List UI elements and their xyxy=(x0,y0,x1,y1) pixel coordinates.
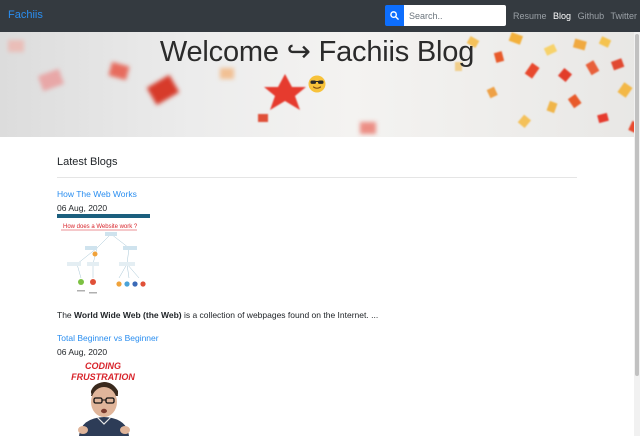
hero-title: Welcome ↪ Fachiis Blog xyxy=(159,36,475,68)
thumbnail-line1: CODING xyxy=(85,361,121,371)
hero-banner: Welcome ↪ Fachiis Blog xyxy=(0,32,640,137)
search-icon xyxy=(390,11,399,20)
thumbnail-heading: How does a Website work ? xyxy=(63,224,138,230)
excerpt-bold: World Wide Web (the Web) xyxy=(74,310,182,320)
nav-links: Resume Blog Github Twitter xyxy=(513,11,640,21)
post-date: 06 Aug, 2020 xyxy=(57,203,108,213)
thumbnail-line2: FRUSTRATION xyxy=(71,372,135,382)
post-date: 06 Aug, 2020 xyxy=(57,347,108,357)
scrollbar-thumb[interactable] xyxy=(635,34,639,376)
search-button[interactable] xyxy=(385,5,404,26)
divider xyxy=(57,177,577,178)
nav-link-twitter[interactable]: Twitter xyxy=(610,11,637,21)
excerpt-prefix: The xyxy=(57,310,75,320)
post-title-link[interactable]: How The Web Works xyxy=(57,189,137,199)
nav-link-resume[interactable]: Resume xyxy=(513,11,547,21)
post-thumbnail-image[interactable]: How does a Website work ? xyxy=(57,214,150,300)
web-diagram-image: How does a Website work ? xyxy=(57,214,150,294)
post-thumbnail-image[interactable]: CODING FRUSTRATION xyxy=(57,360,150,436)
post-excerpt: The World Wide Web (the Web) is a collec… xyxy=(57,310,378,320)
brand-link[interactable]: Fachiis xyxy=(8,9,43,21)
search-input[interactable] xyxy=(404,5,506,26)
nav-link-github[interactable]: Github xyxy=(578,11,605,21)
section-title: Latest Blogs xyxy=(57,156,118,168)
nav-link-blog[interactable]: Blog xyxy=(553,11,571,21)
excerpt-suffix: is a collection of webpages found on the… xyxy=(181,310,379,320)
sunglasses-emoji-icon xyxy=(308,75,326,93)
coding-frustration-image: CODING FRUSTRATION xyxy=(71,361,135,436)
post-title-link[interactable]: Total Beginner vs Beginner xyxy=(57,333,159,343)
top-navbar: Fachiis Resume Blog Github Twitter xyxy=(0,0,640,32)
